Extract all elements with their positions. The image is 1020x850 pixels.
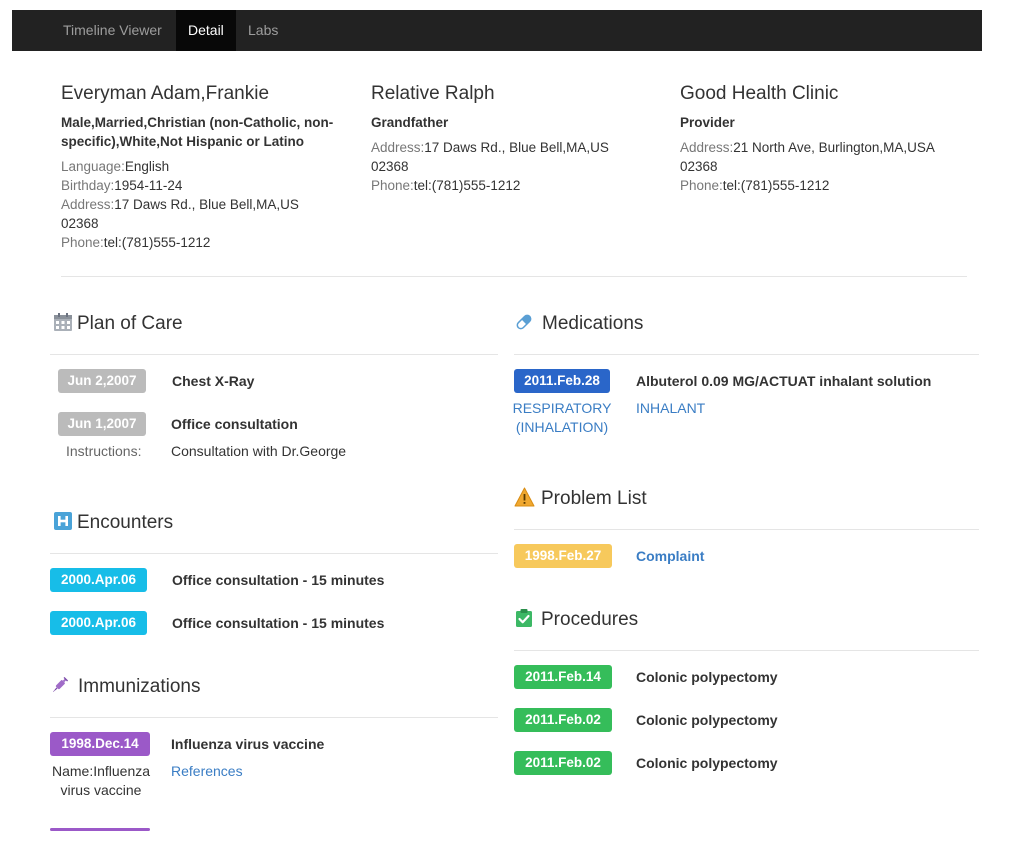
syringe-icon xyxy=(50,675,70,695)
relative-card: Relative Ralph Grandfather Address:17 Da… xyxy=(371,82,671,195)
top-navbar: Timeline Viewer Detail Labs xyxy=(12,10,982,51)
instructions-text: Consultation with Dr.George xyxy=(171,443,347,459)
procedures-divider xyxy=(514,650,979,651)
encounters-title: Encounters xyxy=(77,512,174,533)
patient-name: Everyman Adam,Frankie xyxy=(61,83,270,104)
date-badge: 2011.Feb.14 xyxy=(514,665,612,689)
provider-card: Good Health Clinic Provider Address:21 N… xyxy=(680,82,980,195)
patient-address-zip: 02368 xyxy=(61,216,99,231)
medication-route-link[interactable]: RESPIRATORY (INHALATION) xyxy=(508,399,616,437)
provider-role: Provider xyxy=(680,115,735,130)
plan-item-label: Chest X-Ray xyxy=(172,373,255,389)
problem-list-title: Problem List xyxy=(541,488,647,509)
clipboard-check-icon xyxy=(514,608,534,628)
immunizations-divider xyxy=(50,717,498,718)
encounters-divider xyxy=(50,553,498,554)
patient-language: Language:English xyxy=(61,159,170,174)
encounter-label: Office consultation - 15 minutes xyxy=(172,615,385,631)
plan-of-care-title: Plan of Care xyxy=(77,313,183,334)
plan-of-care-divider xyxy=(50,354,498,355)
plan-item-label: Office consultation xyxy=(171,416,298,432)
provider-name: Good Health Clinic xyxy=(680,83,839,104)
immunizations-title: Immunizations xyxy=(78,676,201,697)
medications-title: Medications xyxy=(542,313,644,334)
medications-heading: Medications xyxy=(514,312,643,335)
date-badge: 2000.Apr.06 xyxy=(50,611,147,635)
procedure-label: Colonic polypectomy xyxy=(636,712,778,728)
relative-address-zip: 02368 xyxy=(371,159,409,174)
references-link[interactable]: References xyxy=(171,762,243,781)
header-divider xyxy=(61,276,967,277)
immunization-name: Name:Influenza virus vaccine xyxy=(51,763,151,798)
hospital-icon xyxy=(53,511,73,531)
patient-address: Address:17 Daws Rd., Blue Bell,MA,US xyxy=(61,197,299,212)
instructions-label: Instructions: xyxy=(66,443,142,459)
date-badge-partial xyxy=(50,828,150,831)
relative-address: Address:17 Daws Rd., Blue Bell,MA,US xyxy=(371,140,609,155)
patient-demographics: Male,Married,Christian (non-Catholic, no… xyxy=(61,115,334,149)
relative-phone: Phone:tel:(781)555-1212 xyxy=(371,178,521,193)
immunization-label: Influenza virus vaccine xyxy=(171,736,325,752)
patient-birthday: Birthday:1954-11-24 xyxy=(61,178,183,193)
medication-label: Albuterol 0.09 MG/ACTUAT inhalant soluti… xyxy=(636,373,932,389)
warning-icon xyxy=(514,487,535,507)
provider-address-zip: 02368 xyxy=(680,159,718,174)
immunizations-heading: Immunizations xyxy=(50,675,201,698)
date-badge: Jun 1,2007 xyxy=(58,412,146,436)
medication-form-link[interactable]: INHALANT xyxy=(636,399,705,418)
patient-phone: Phone:tel:(781)555-1212 xyxy=(61,235,211,250)
nav-timeline-viewer[interactable]: Timeline Viewer xyxy=(51,10,174,51)
date-badge: 2000.Apr.06 xyxy=(50,568,147,592)
pill-icon xyxy=(514,312,534,332)
medications-divider xyxy=(514,354,979,355)
relative-relation: Grandfather xyxy=(371,115,449,130)
date-badge: Jun 2,2007 xyxy=(58,369,146,393)
date-badge: 1998.Feb.27 xyxy=(514,544,612,568)
patient-card: Everyman Adam,Frankie Male,Married,Chris… xyxy=(61,82,361,252)
date-badge: 1998.Dec.14 xyxy=(50,732,150,756)
procedures-heading: Procedures xyxy=(514,608,638,631)
encounters-heading: Encounters xyxy=(53,511,173,534)
plan-of-care-heading: Plan of Care xyxy=(53,312,183,335)
problem-list-heading: Problem List xyxy=(514,487,647,510)
procedure-label: Colonic polypectomy xyxy=(636,669,778,685)
date-badge: 2011.Feb.02 xyxy=(514,751,612,775)
procedure-label: Colonic polypectomy xyxy=(636,755,778,771)
date-badge: 2011.Feb.02 xyxy=(514,708,612,732)
problem-complaint-link[interactable]: Complaint xyxy=(636,547,704,566)
nav-labs[interactable]: Labs xyxy=(236,10,290,51)
relative-name: Relative Ralph xyxy=(371,83,495,104)
date-badge: 2011.Feb.28 xyxy=(514,369,610,393)
calendar-icon xyxy=(53,312,73,332)
nav-detail[interactable]: Detail xyxy=(176,10,236,51)
provider-phone: Phone:tel:(781)555-1212 xyxy=(680,178,830,193)
encounter-label: Office consultation - 15 minutes xyxy=(172,572,385,588)
problem-list-divider xyxy=(514,529,979,530)
provider-address: Address:21 North Ave, Burlington,MA,USA xyxy=(680,140,935,155)
procedures-title: Procedures xyxy=(541,609,639,630)
